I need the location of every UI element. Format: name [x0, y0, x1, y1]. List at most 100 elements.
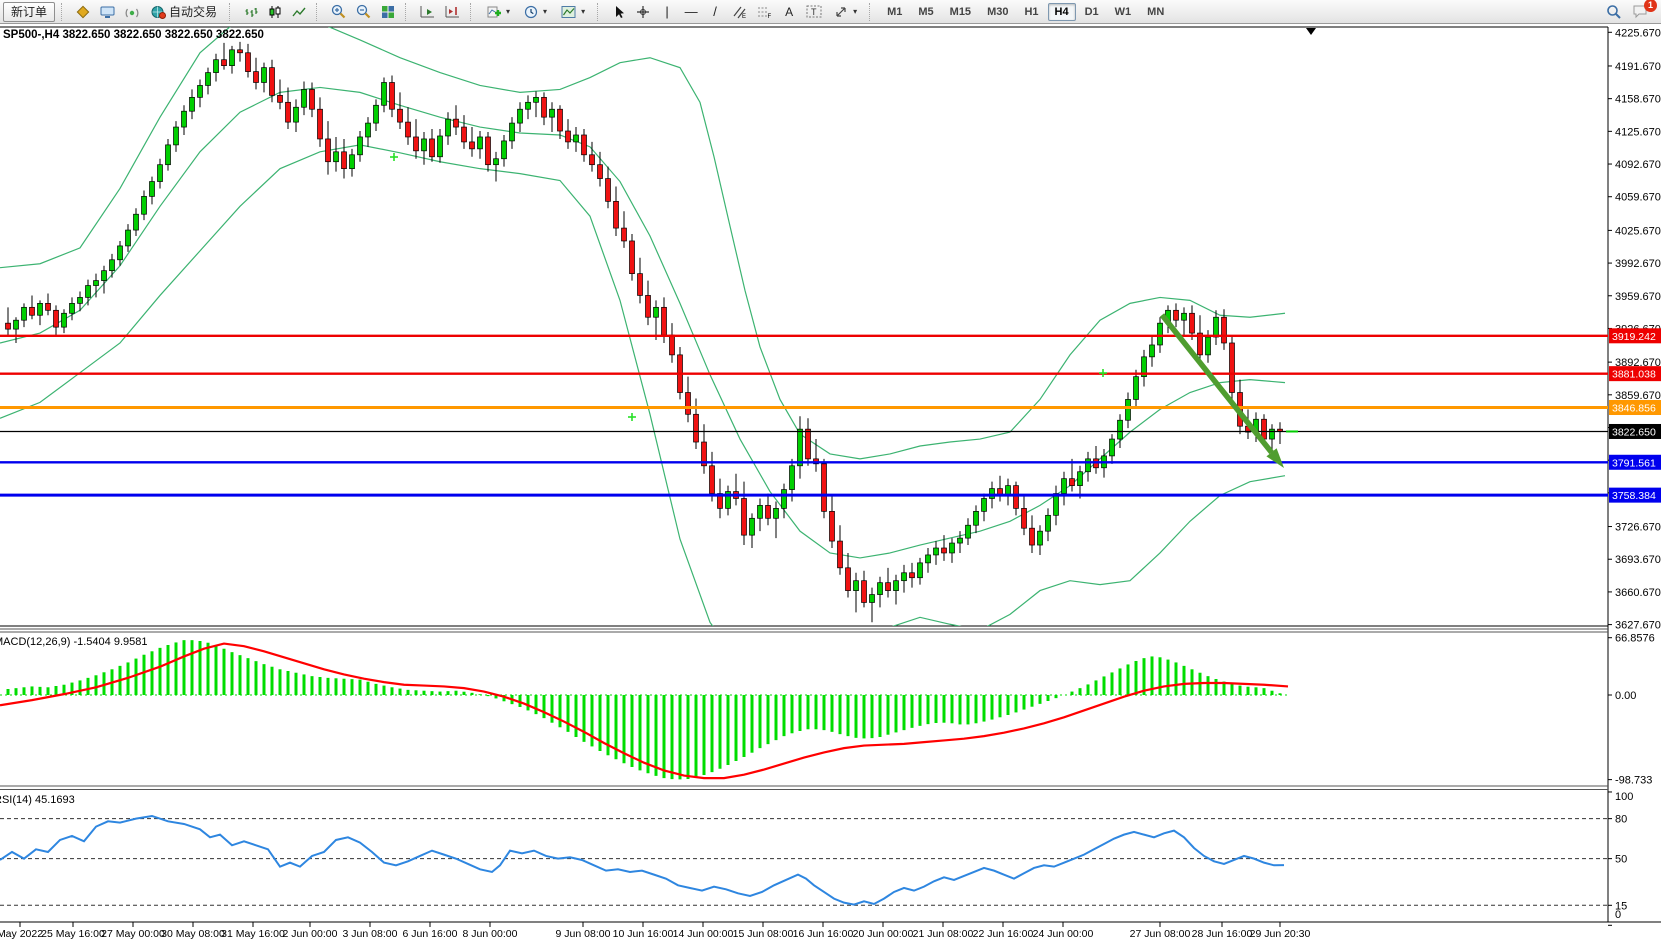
zoom-out-button[interactable] [352, 2, 375, 22]
bollinger-lower-band [0, 145, 1285, 680]
candle-down [1030, 528, 1035, 545]
date-label: 10 Jun 16:00 [613, 928, 674, 940]
equidistant-channel-button[interactable]: E [728, 2, 751, 22]
timeframe-h1[interactable]: H1 [1017, 3, 1045, 21]
candle-down [246, 53, 251, 72]
candle-up [78, 297, 83, 303]
candle-down [1230, 343, 1235, 393]
candle-up [214, 60, 219, 73]
candle-up [958, 538, 963, 543]
timeframe-m1[interactable]: M1 [880, 3, 909, 21]
candle-up [774, 508, 779, 518]
fibonacci-button[interactable]: F [753, 2, 776, 22]
chart-region[interactable]: 4225.6704191.6704158.6704125.6704092.670… [0, 0, 1661, 942]
text-label-button[interactable]: T [802, 2, 826, 22]
candle-down [406, 122, 411, 137]
candle-up [574, 135, 579, 142]
tile-windows-icon [381, 5, 395, 19]
chart-shift-marker[interactable] [1306, 28, 1316, 35]
candle-up [166, 145, 171, 165]
candle-down [806, 429, 811, 459]
date-label: 31 May 16:00 [221, 928, 285, 940]
metaeditor-button[interactable] [72, 2, 94, 22]
bar-chart-button[interactable] [240, 2, 262, 22]
crosshair-button[interactable] [632, 2, 654, 22]
chart-canvas[interactable]: 4225.6704191.6704158.6704125.6704092.670… [0, 0, 1661, 942]
toolbar-separator [61, 3, 67, 21]
signals-button[interactable] [121, 2, 143, 22]
horizontal-price-lines[interactable] [0, 336, 1608, 495]
periods-button[interactable]: ▾ [518, 2, 553, 22]
chart-shift-button[interactable] [441, 2, 464, 22]
candle-up [934, 548, 939, 555]
vertical-line-button[interactable]: | [656, 2, 678, 22]
candle-down [710, 466, 715, 494]
candle-up [374, 105, 379, 123]
candle-down [254, 72, 259, 83]
timeframe-mn[interactable]: MN [1140, 3, 1171, 21]
rsi-axis-label: 0 [1615, 909, 1621, 921]
candle-down [742, 498, 747, 535]
timeframe-m30[interactable]: M30 [980, 3, 1015, 21]
candle-up [1078, 472, 1083, 486]
add-indicator-button[interactable]: ▾ [481, 2, 516, 22]
macd-axis-label: 66.8576 [1615, 633, 1655, 645]
candle-chart-button[interactable] [264, 2, 286, 22]
price-tick-label: 4025.670 [1615, 225, 1661, 237]
date-label: 29 Jun 20:30 [1250, 928, 1311, 940]
autotrading-globe-icon [151, 5, 166, 19]
panel-borders [0, 27, 1661, 922]
autotrading-button[interactable]: 自动交易 [145, 2, 223, 22]
line-chart-button[interactable] [288, 2, 310, 22]
horizontal-line-button[interactable]: — [680, 2, 702, 22]
candle-down [886, 583, 891, 591]
candle-up [1086, 459, 1091, 472]
timeframe-m5[interactable]: M5 [911, 3, 940, 21]
tile-windows-button[interactable] [377, 2, 399, 22]
cursor-arrow-icon [613, 5, 626, 19]
candle-up [446, 119, 451, 136]
date-label: 8 Jun 00:00 [463, 928, 518, 940]
notifications-button[interactable]: 1 [1628, 2, 1652, 22]
date-label: May 2022 [0, 928, 43, 940]
candle-up [534, 97, 539, 102]
dropdown-caret-icon: ▾ [543, 7, 547, 16]
candle-up [14, 320, 19, 329]
candle-down [326, 139, 331, 162]
trendline-button[interactable]: / [704, 2, 726, 22]
chart-title: SP500-,H4 3822.650 3822.650 3822.650 382… [3, 29, 264, 41]
date-label: 25 May 16:00 [41, 928, 105, 940]
candle-down [646, 295, 651, 317]
candle-up [294, 107, 299, 122]
templates-button[interactable]: ▾ [555, 2, 591, 22]
new-order-button[interactable]: 新订单 [3, 2, 55, 22]
candle-down [942, 548, 947, 553]
candle-down [278, 95, 283, 102]
terminal-button[interactable] [96, 2, 119, 22]
timeframe-m15[interactable]: M15 [943, 3, 978, 21]
candle-up [798, 429, 803, 466]
price-tick-label: 4191.670 [1615, 61, 1661, 73]
timeframe-w1[interactable]: W1 [1108, 3, 1139, 21]
timeframe-h4[interactable]: H4 [1048, 3, 1076, 21]
candle-up [902, 573, 907, 581]
chart-annotations[interactable] [390, 28, 1316, 468]
text-button[interactable]: A [778, 2, 800, 22]
zoom-in-button[interactable] [327, 2, 350, 22]
candle-down [838, 541, 843, 568]
candle-up [1214, 317, 1219, 337]
svg-text:T: T [811, 7, 817, 17]
auto-scroll-button[interactable] [416, 2, 439, 22]
date-label: 22 Jun 16:00 [973, 928, 1034, 940]
price-tick-label: 3660.670 [1615, 587, 1661, 599]
candle-up [134, 214, 139, 230]
bollinger-bands [0, 16, 1285, 680]
cursor-button[interactable] [608, 2, 630, 22]
timeframe-d1[interactable]: D1 [1078, 3, 1106, 21]
search-button[interactable] [1602, 2, 1626, 22]
price-line-chip-label: 3822.650 [1612, 426, 1656, 438]
arrows-tool-button[interactable]: ▾ [828, 2, 863, 22]
candle-down [414, 137, 419, 151]
date-label: 16 Jun 16:00 [793, 928, 854, 940]
candle-down [486, 137, 491, 165]
